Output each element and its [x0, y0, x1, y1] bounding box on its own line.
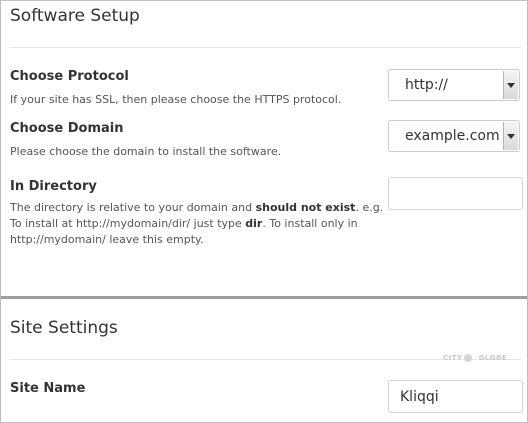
directory-input[interactable]: [388, 177, 523, 210]
directory-label: In Directory: [10, 179, 97, 194]
site-settings-title: Site Settings: [10, 318, 118, 338]
watermark-logo: CITY GLOBE: [443, 354, 508, 362]
chevron-down-icon[interactable]: [503, 122, 518, 150]
protocol-select[interactable]: http://: [388, 69, 520, 101]
chevron-down-icon[interactable]: [503, 71, 518, 99]
domain-label: Choose Domain: [10, 121, 124, 136]
installer-panel: Software Setup Choose Protocol If your s…: [0, 0, 528, 423]
site-name-input[interactable]: Kliqqi: [388, 380, 523, 413]
protocol-label: Choose Protocol: [10, 69, 129, 84]
site-name-label: Site Name: [10, 381, 86, 396]
protocol-select-value: http://: [405, 77, 448, 93]
domain-help: Please choose the domain to install the …: [10, 145, 282, 158]
domain-select[interactable]: example.com: [388, 120, 520, 152]
protocol-help: If your site has SSL, then please choose…: [10, 93, 342, 106]
globe-icon: [463, 354, 472, 362]
site-name-input-value: Kliqqi: [400, 389, 439, 405]
directory-help: The directory is relative to your domain…: [10, 201, 384, 246]
software-setup-title: Software Setup: [10, 6, 140, 26]
domain-select-value: example.com: [405, 128, 500, 144]
section-divider: [1, 296, 527, 299]
section-rule: [10, 47, 521, 48]
